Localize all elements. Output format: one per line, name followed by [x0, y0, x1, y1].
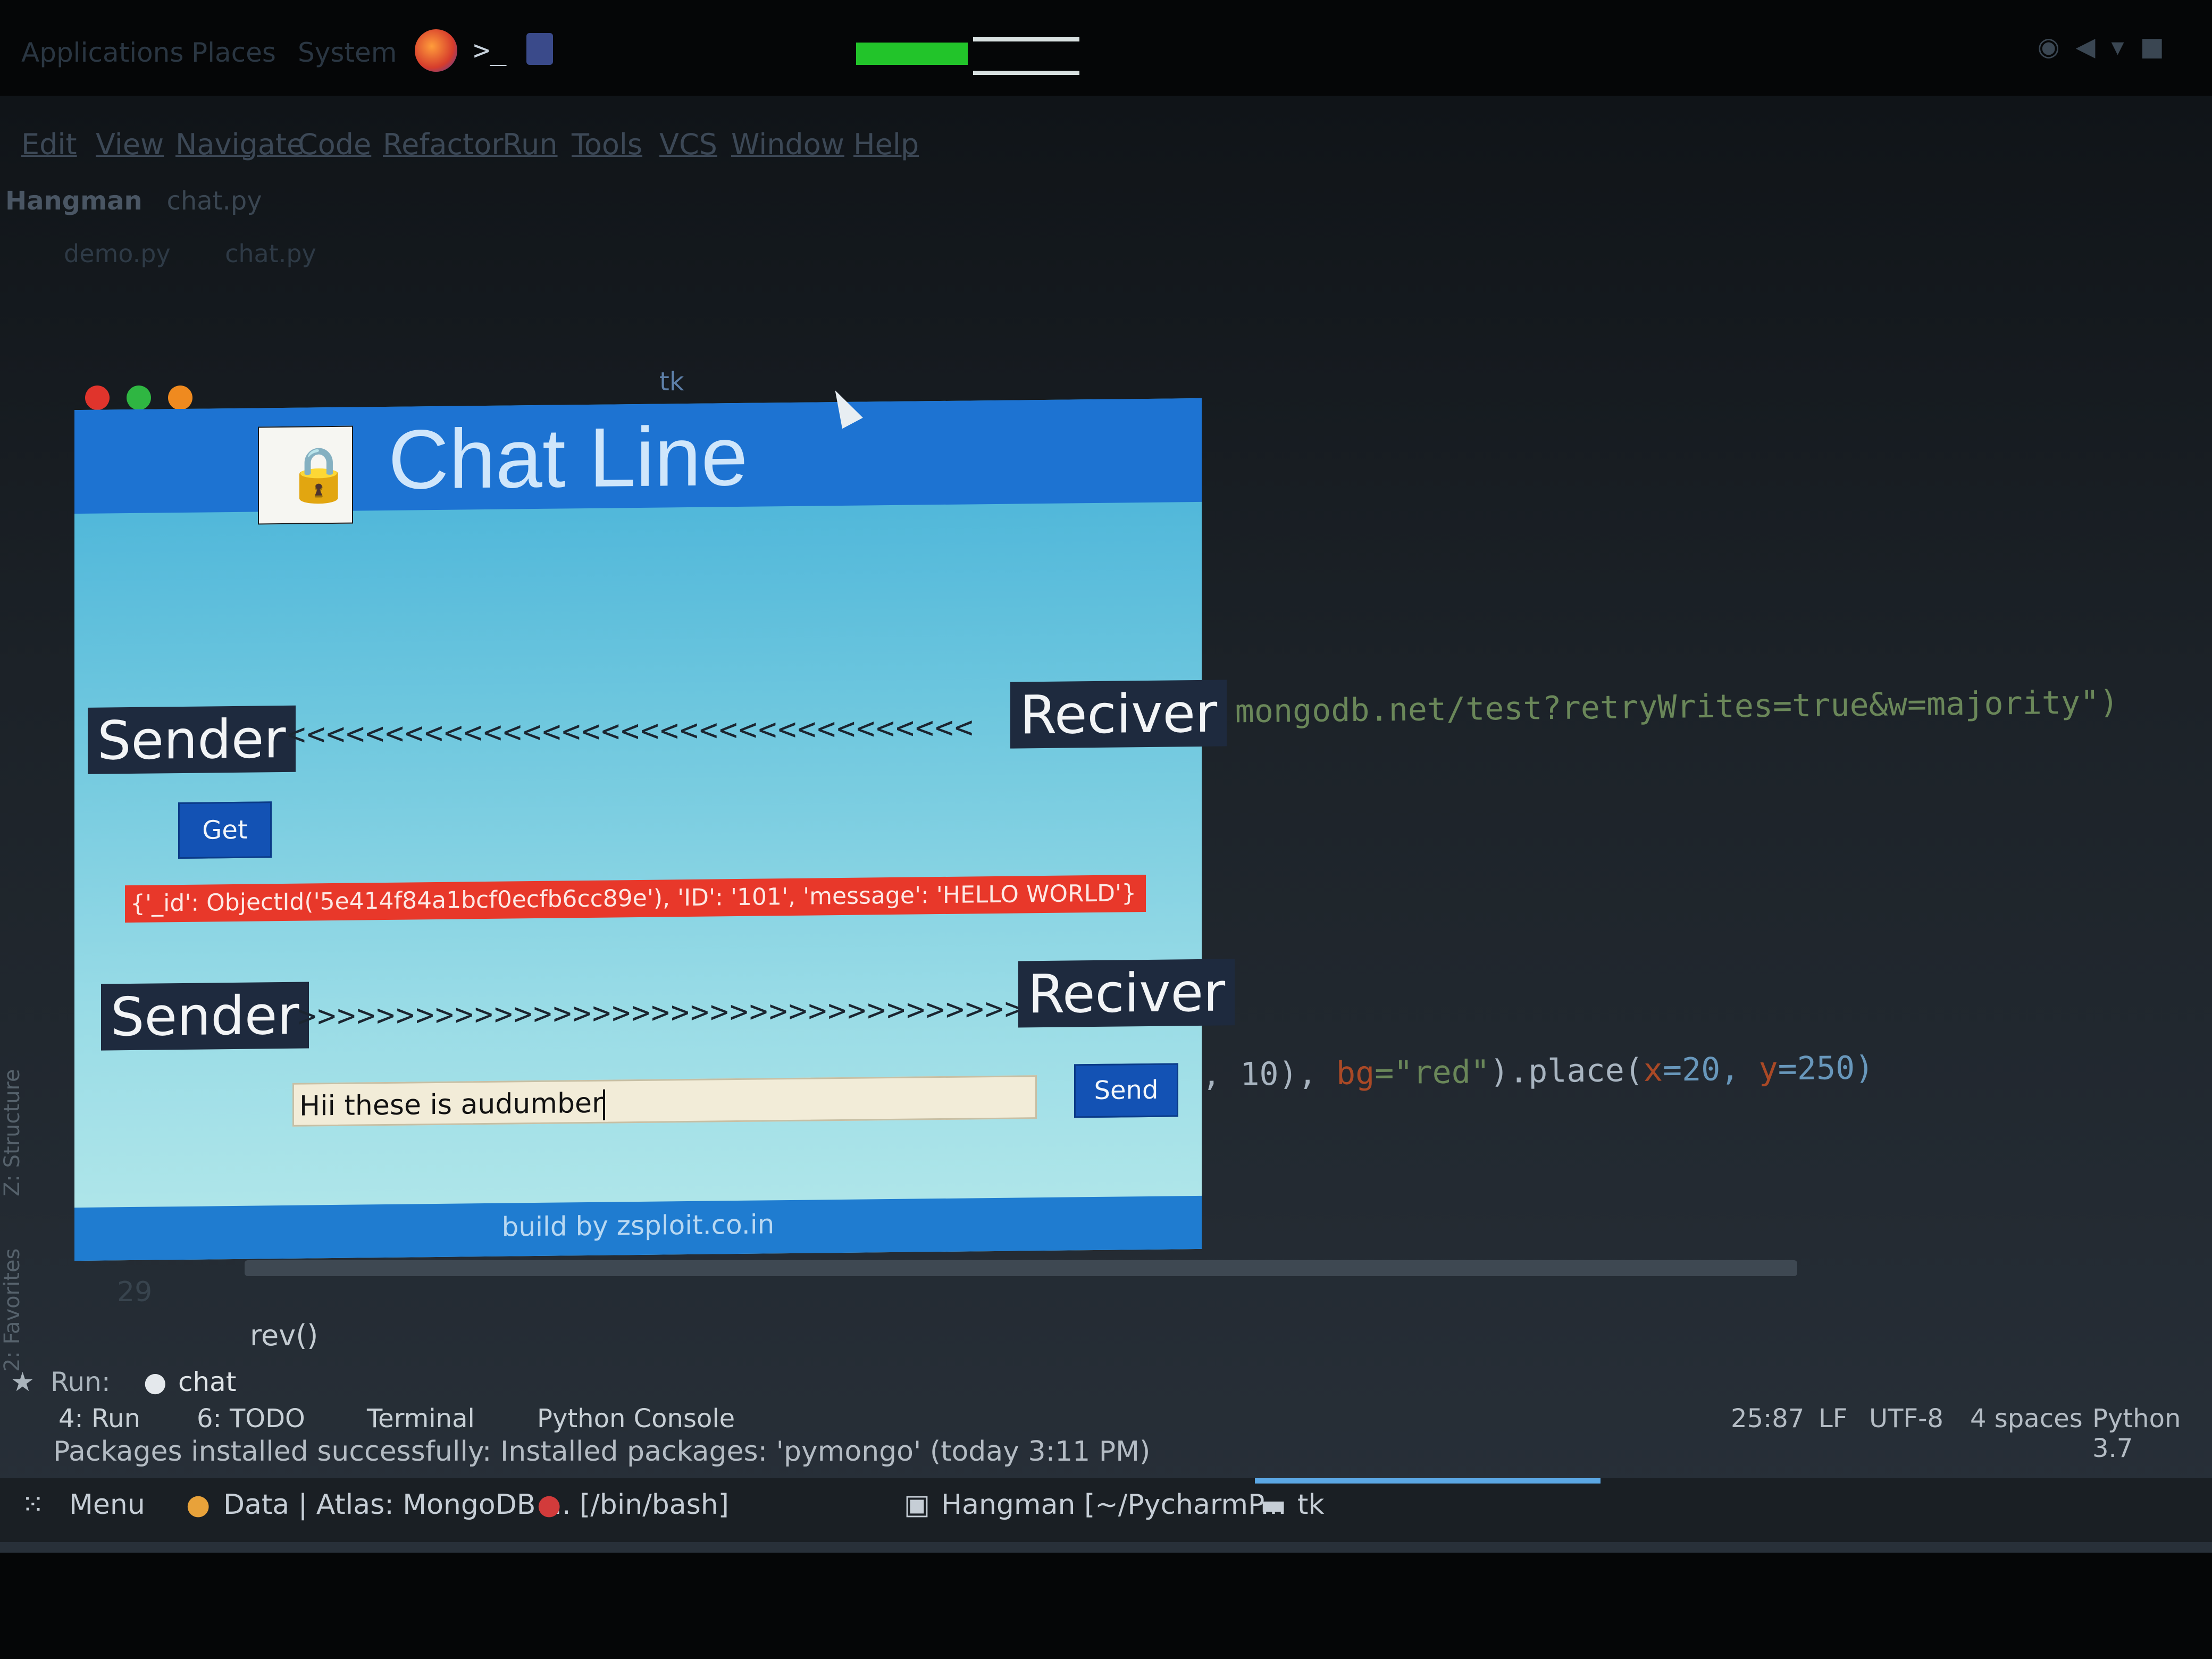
- task-terminal[interactable]: [/bin/bash]: [580, 1489, 729, 1521]
- menu-run[interactable]: Run: [502, 128, 558, 161]
- tool-tab-todo[interactable]: 6: TODO: [197, 1404, 305, 1434]
- code-line-rev[interactable]: rev(): [250, 1319, 318, 1352]
- code-param-x: x: [1643, 1051, 1663, 1089]
- line-ending[interactable]: LF: [1819, 1404, 1847, 1434]
- files-icon[interactable]: [526, 33, 553, 65]
- get-button[interactable]: Get: [178, 801, 272, 859]
- bash-icon: ●: [537, 1489, 562, 1521]
- horizontal-scrollbar[interactable]: [245, 1260, 1797, 1276]
- page-title: Chat Line: [388, 409, 748, 507]
- apps-grid-icon[interactable]: ⁙: [21, 1489, 45, 1521]
- ide-menu-bar: Edit View Navigate Code Refactor Run Too…: [0, 128, 1595, 165]
- lock-logo: 🔒: [258, 425, 353, 525]
- active-task-indicator: [1255, 1478, 1601, 1484]
- tool-tab-terminal[interactable]: Terminal: [367, 1404, 475, 1434]
- menu-navigate[interactable]: Navigate: [175, 128, 304, 161]
- send-arrows: >>>>>>>>>>>>>>>>>>>>>>>>>>>>>>>>>>>>>: [298, 990, 1025, 1034]
- status-message[interactable]: Packages installed successfully: Install…: [53, 1436, 1150, 1468]
- received-message: {'_id': ObjectId('5e414f84a1bcf0ecfb6cc8…: [125, 874, 1146, 923]
- maximize-icon[interactable]: [127, 386, 151, 410]
- minimize-icon[interactable]: [168, 386, 192, 410]
- terminal-icon[interactable]: >_: [473, 35, 507, 66]
- send-button[interactable]: Send: [1074, 1063, 1178, 1118]
- code-param-bg: bg: [1336, 1054, 1375, 1092]
- tk-chat-window: 🔒 Chat Line Sender <<<<<<<<<<<<<<<<<<<<<…: [74, 398, 1235, 1261]
- task-browser[interactable]: Data | Atlas: MongoDB ...: [223, 1489, 571, 1521]
- receive-arrows: <<<<<<<<<<<<<<<<<<<<<<<<<<<<<<<<<<<: [287, 709, 975, 752]
- menu-edit[interactable]: Edit: [21, 128, 77, 161]
- menu-help[interactable]: Help: [853, 128, 919, 161]
- task-tk[interactable]: tk: [1297, 1489, 1325, 1521]
- menu-code[interactable]: Code: [298, 128, 371, 161]
- cpu-monitor-graph: [856, 43, 968, 65]
- python-icon: ●: [144, 1367, 167, 1397]
- code-line-place[interactable]: , 10), bg="red").place(x=20, y=250): [1202, 1049, 1874, 1093]
- structure-tool-label[interactable]: Z: Structure: [0, 1069, 24, 1196]
- receiver-label: Reciver: [1018, 959, 1235, 1028]
- line-number: 29: [117, 1276, 153, 1308]
- star-icon: ★: [11, 1367, 35, 1397]
- tk-window-title: tk: [659, 367, 684, 397]
- breadcrumb: Hangman chat.py: [5, 186, 262, 216]
- code-token: ="red": [1374, 1053, 1490, 1092]
- run-config-tab[interactable]: chat: [178, 1367, 236, 1397]
- code-param-y: y: [1758, 1050, 1779, 1088]
- taskbar: ⁙ Menu ● Data | Atlas: MongoDB ... ● [/b…: [0, 1478, 2212, 1542]
- code-token: =20,: [1662, 1050, 1759, 1089]
- close-icon[interactable]: [85, 386, 110, 410]
- code-token: =250): [1778, 1049, 1874, 1088]
- menu-refactor[interactable]: Refactor: [383, 128, 504, 161]
- ide-status-bar: Packages installed successfully: Install…: [0, 1436, 2212, 1484]
- window-icon: ▬: [1260, 1489, 1287, 1521]
- panel-menu-places[interactable]: Places: [191, 37, 276, 68]
- tool-tab-run[interactable]: 4: Run: [58, 1404, 140, 1434]
- menu-tools[interactable]: Tools: [572, 128, 642, 161]
- run-label: Run:: [51, 1367, 111, 1397]
- menu-view[interactable]: View: [96, 128, 164, 161]
- editor-tabs: demo.py chat.py: [64, 239, 316, 268]
- code-token: , 10),: [1201, 1054, 1337, 1094]
- panel-menu-system[interactable]: System: [298, 37, 397, 68]
- tab-demo-py[interactable]: demo.py: [64, 239, 171, 268]
- taskbar-menu[interactable]: Menu: [69, 1489, 145, 1521]
- menu-vcs[interactable]: VCS: [659, 128, 717, 161]
- indent-setting[interactable]: 4 spaces: [1970, 1404, 2083, 1434]
- tool-tab-python-console[interactable]: Python Console: [537, 1404, 735, 1434]
- menu-window[interactable]: Window: [731, 128, 844, 161]
- firefox-icon[interactable]: [415, 29, 457, 72]
- network-monitor-graph: [973, 37, 1079, 75]
- cursor-position[interactable]: 25:87: [1731, 1404, 1804, 1434]
- desktop-top-panel: Applications Places System >_ ◉◀▾■: [0, 0, 2212, 96]
- pycharm-icon: ▣: [904, 1489, 931, 1521]
- tab-chat-py[interactable]: chat.py: [225, 239, 316, 268]
- favorites-tool-label[interactable]: 2: Favorites: [0, 1249, 24, 1372]
- file-encoding[interactable]: UTF-8: [1869, 1404, 1943, 1434]
- task-pycharm[interactable]: Hangman [~/PycharmP...: [941, 1489, 1287, 1521]
- panel-menu-applications[interactable]: Applications: [21, 37, 183, 68]
- text-caret: [603, 1089, 606, 1120]
- code-line-connection-string[interactable]: mongodb.net/test?retryWrites=true&w=majo…: [1196, 647, 2118, 731]
- sender-label: Sender: [88, 705, 296, 774]
- code-token: ).place(: [1489, 1051, 1644, 1091]
- chrome-icon: ●: [186, 1489, 211, 1521]
- message-input[interactable]: Hii these is audumber: [292, 1075, 1037, 1127]
- sender-label: Sender: [101, 982, 309, 1051]
- message-input-value: Hii these is audumber: [299, 1087, 604, 1122]
- chat-banner: 🔒 Chat Line: [74, 398, 1202, 525]
- receiver-label: Reciver: [1010, 680, 1227, 749]
- system-tray[interactable]: ◉◀▾■: [2038, 32, 2180, 62]
- breadcrumb-project[interactable]: Hangman: [5, 186, 143, 216]
- breadcrumb-file[interactable]: chat.py: [166, 186, 262, 216]
- lock-icon: 🔒: [286, 442, 352, 506]
